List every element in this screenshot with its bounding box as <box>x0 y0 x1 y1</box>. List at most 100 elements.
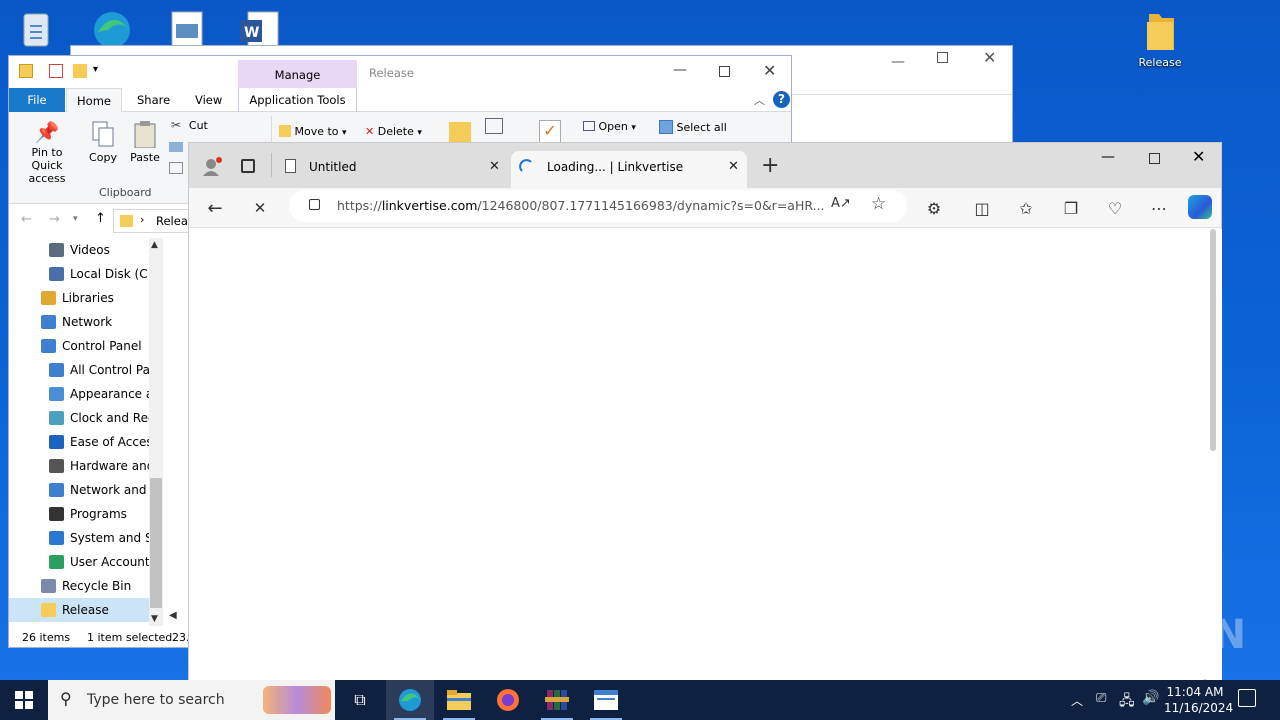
tab-view[interactable]: View <box>195 88 222 112</box>
chevron-down-icon[interactable]: ▾ <box>93 64 98 75</box>
taskbar-edge[interactable] <box>386 680 434 720</box>
nav-item[interactable]: Appearance an <box>9 382 159 406</box>
nav-item[interactable]: System and Sec <box>9 526 159 550</box>
new-tab-icon[interactable]: + <box>761 153 779 178</box>
nav-item[interactable]: Network and Ir <box>9 478 159 502</box>
maximize-icon[interactable] <box>719 66 730 77</box>
nav-item[interactable]: Videos <box>9 238 159 262</box>
nav-item-icon <box>41 291 56 305</box>
manage-context-tab[interactable]: Manage <box>238 60 357 88</box>
nav-item[interactable]: Programs <box>9 502 159 526</box>
split-screen-icon[interactable]: ◫ <box>970 196 994 220</box>
forward-arrow-icon[interactable]: → <box>49 212 60 227</box>
tab-application-tools[interactable]: Application Tools <box>238 88 357 112</box>
close-icon[interactable]: ✕ <box>1192 147 1205 166</box>
pin-quick-access-button[interactable]: 📌 Pin to Quick access <box>21 120 73 185</box>
tab-share[interactable]: Share <box>137 88 170 112</box>
task-view-button[interactable]: ⧉ <box>336 680 384 720</box>
collapse-ribbon-icon[interactable]: ︿ <box>754 92 765 108</box>
tab-actions-icon[interactable] <box>241 159 255 173</box>
extensions-icon[interactable]: ⚙ <box>922 196 946 220</box>
nav-item[interactable]: Control Panel <box>9 334 159 358</box>
recent-chevron-icon[interactable]: ▾ <box>73 214 78 224</box>
favorite-star-icon[interactable]: ☆ <box>871 194 886 214</box>
edge-icon <box>399 689 421 711</box>
new-folder-icon[interactable] <box>73 64 87 78</box>
address-bar[interactable]: https://linkvertise.com/1246800/807.1771… <box>289 190 907 222</box>
hscroll-left-icon[interactable]: ◀ <box>169 610 189 624</box>
back-arrow-icon[interactable]: ← <box>203 196 227 220</box>
copy-path-icon[interactable] <box>169 142 183 152</box>
read-aloud-icon[interactable]: A↗ <box>831 196 851 211</box>
nav-item[interactable]: Hardware and <box>9 454 159 478</box>
system-clock[interactable]: 11:04 AM 11/16/2024 <box>1164 684 1233 716</box>
meet-now-icon[interactable]: ⎚ <box>1096 691 1106 706</box>
show-hidden-icons-chevron[interactable]: ︿ <box>1071 692 1083 709</box>
tab-file[interactable]: File <box>9 88 65 112</box>
minimize-icon[interactable]: — <box>1101 149 1115 165</box>
back-arrow-icon[interactable]: ← <box>21 212 32 227</box>
nav-item[interactable]: Release <box>9 598 159 622</box>
new-item-icon[interactable] <box>485 118 503 134</box>
nav-item-label: Network <box>62 315 113 329</box>
paste-button[interactable]: Paste <box>129 120 161 164</box>
network-icon[interactable]: 🖧 <box>1119 690 1135 714</box>
select-all-button[interactable]: Select all <box>659 120 727 134</box>
move-to-button[interactable]: Move to ▾ <box>279 125 347 138</box>
scroll-thumb[interactable] <box>150 478 162 608</box>
nav-item[interactable]: Local Disk (C:) <box>9 262 159 286</box>
nav-item[interactable]: Libraries <box>9 286 159 310</box>
close-icon[interactable]: ✕ <box>983 48 996 67</box>
edge-shortcut-icon[interactable] <box>88 6 136 50</box>
maximize-icon[interactable] <box>1149 153 1160 164</box>
close-icon[interactable]: ✕ <box>763 61 776 80</box>
nav-item[interactable]: Clock and Regi <box>9 406 159 430</box>
taskbar-search-box[interactable]: ⚲ Type here to search <box>48 680 335 720</box>
open-button[interactable]: Open ▾ <box>583 120 636 133</box>
url-field[interactable]: https://linkvertise.com/1246800/807.1771… <box>337 198 825 213</box>
up-arrow-icon[interactable]: ↑ <box>95 211 106 226</box>
tab-home[interactable]: Home <box>66 88 122 113</box>
nav-item[interactable]: Network <box>9 310 159 334</box>
paste-shortcut-icon[interactable] <box>169 162 183 174</box>
start-button[interactable] <box>0 680 48 720</box>
minimize-icon[interactable]: — <box>673 62 687 78</box>
nav-scrollbar[interactable]: ▲ ▼ <box>149 238 163 626</box>
help-icon[interactable]: ? <box>773 91 790 108</box>
nav-item[interactable]: All Control Par <box>9 358 159 382</box>
copy-button[interactable]: Copy <box>87 120 119 164</box>
notifications-icon[interactable] <box>1238 689 1256 707</box>
close-tab-icon[interactable]: ✕ <box>489 159 500 174</box>
nav-item[interactable]: Recycle Bin <box>9 574 159 598</box>
tab-linkvertise[interactable]: Loading... | Linkvertise ✕ <box>511 151 747 188</box>
word-document-icon[interactable]: W <box>240 10 280 50</box>
volume-icon[interactable]: 🔊 <box>1142 690 1159 706</box>
clock-time: 11:04 AM <box>1166 685 1224 699</box>
scroll-thumb[interactable] <box>1210 229 1216 451</box>
desktop-icon-release[interactable]: Release <box>1128 8 1192 69</box>
search-highlight-image <box>263 686 331 714</box>
taskbar-winrar[interactable] <box>533 680 581 720</box>
browser-essentials-icon[interactable]: ♡ <box>1103 196 1127 220</box>
taskbar-firefox[interactable] <box>484 680 532 720</box>
image-file-icon[interactable] <box>170 10 204 50</box>
tab-untitled[interactable]: Untitled ✕ <box>277 151 509 184</box>
copilot-icon[interactable] <box>1188 195 1212 219</box>
collections-icon[interactable]: ❐ <box>1059 196 1083 220</box>
clipboard-group-label: Clipboard <box>99 186 152 199</box>
cut-button[interactable]: ✂ Cut <box>171 118 208 132</box>
nav-item[interactable]: Ease of Access <box>9 430 159 454</box>
stop-loading-icon[interactable]: ✕ <box>248 196 272 220</box>
favorites-icon[interactable]: ✩ <box>1014 196 1038 220</box>
nav-item[interactable]: User Accounts <box>9 550 159 574</box>
taskbar-file-explorer[interactable] <box>435 680 483 720</box>
close-tab-icon[interactable]: ✕ <box>728 159 739 174</box>
minimize-icon[interactable]: — <box>891 54 905 70</box>
profile-avatar[interactable] <box>201 156 223 178</box>
recycle-bin-icon[interactable] <box>16 8 56 52</box>
delete-button[interactable]: ✕ Delete ▾ <box>365 125 422 138</box>
maximize-icon[interactable] <box>937 52 948 63</box>
properties-icon[interactable] <box>49 64 63 78</box>
taskbar-app[interactable] <box>582 680 630 720</box>
more-options-icon[interactable]: ⋯ <box>1147 196 1171 220</box>
